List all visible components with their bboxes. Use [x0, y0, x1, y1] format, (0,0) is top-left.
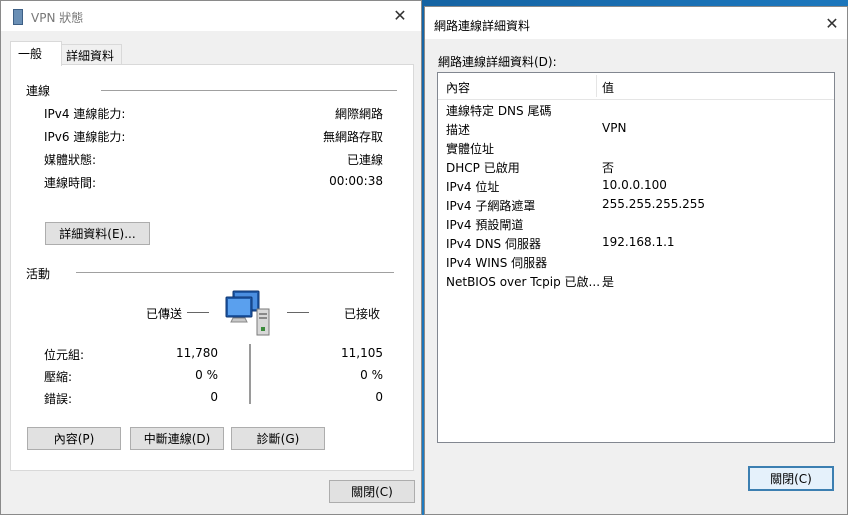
- list-item[interactable]: NetBIOS over Tcpip 已啟... 是: [438, 271, 834, 290]
- general-tab-panel: 連線 IPv4 連線能力: 網際網路 IPv6 連線能力: 無網路存取 媒體狀態…: [10, 64, 414, 471]
- diagnose-button[interactable]: 診斷(G): [231, 427, 325, 450]
- list-item-property: IPv4 WINS 伺服器: [446, 256, 548, 270]
- list-item-property: 實體位址: [446, 142, 495, 156]
- list-item-property: IPv4 DNS 伺服器: [446, 237, 541, 251]
- details-window-title: 網路連線詳細資料: [434, 19, 531, 33]
- list-item-value: 255.255.255.255: [602, 197, 706, 211]
- list-item-value: 是: [602, 275, 615, 289]
- activity-vertical-divider: [249, 344, 251, 404]
- details-listview[interactable]: 內容 值 連線特定 DNS 尾碼 描述 VPN 實體位址 DHCP 已啟用否 IPv4 位…: [437, 72, 835, 443]
- received-label: 已接收: [344, 307, 381, 321]
- properties-button[interactable]: 內容(P): [27, 427, 121, 450]
- list-item[interactable]: IPv4 子網路遮罩 255.255.255.255: [438, 195, 834, 214]
- duration-value: 00:00:38: [329, 174, 383, 188]
- list-item-property: 連線特定 DNS 尾碼: [446, 104, 552, 118]
- compression-label: 壓縮:: [44, 370, 73, 384]
- list-item-value: 否: [602, 161, 615, 175]
- disconnect-button[interactable]: 中斷連線(D): [130, 427, 224, 450]
- column-separator[interactable]: [596, 75, 597, 97]
- activity-header: 活動: [26, 267, 51, 281]
- list-item[interactable]: 實體位址: [438, 138, 834, 157]
- details-titlebar: 網路連線詳細資料 ✕: [425, 7, 847, 39]
- tab-details[interactable]: 詳細資料: [60, 44, 122, 65]
- connection-divider: [101, 90, 397, 91]
- list-item-value: VPN: [602, 121, 627, 135]
- window-title: VPN 狀態: [31, 11, 84, 25]
- listview-header: 內容 值: [438, 73, 834, 100]
- list-item[interactable]: 連線特定 DNS 尾碼: [438, 100, 834, 119]
- compression-received-value: 0 %: [360, 368, 383, 382]
- close-button[interactable]: 關閉(C): [329, 480, 415, 503]
- list-item[interactable]: IPv4 WINS 伺服器: [438, 252, 834, 271]
- list-item[interactable]: IPv4 DNS 伺服器 192.168.1.1: [438, 233, 834, 252]
- tab-general-label: 一般: [18, 47, 43, 61]
- media-state-label: 媒體狀態:: [44, 153, 97, 167]
- column-header-property[interactable]: 內容: [446, 79, 470, 96]
- list-item[interactable]: IPv4 預設閘道: [438, 214, 834, 233]
- details-close-icon[interactable]: ✕: [817, 12, 847, 36]
- list-item[interactable]: 描述 VPN: [438, 119, 834, 138]
- sent-label: 已傳送: [146, 307, 183, 321]
- connection-details-window: 網路連線詳細資料 ✕ 網路連線詳細資料(D): 內容 值 連線特定 DNS 尾碼…: [424, 6, 848, 515]
- close-icon[interactable]: ✕: [385, 4, 415, 28]
- list-item-value: 10.0.0.100: [602, 178, 667, 192]
- compression-sent-value: 0 %: [195, 368, 218, 382]
- list-item-property: IPv4 子網路遮罩: [446, 199, 536, 213]
- errors-sent-value: 0: [210, 390, 218, 404]
- connection-header: 連線: [26, 84, 51, 98]
- errors-label: 錯誤:: [44, 392, 73, 406]
- list-item-property: 描述: [446, 123, 471, 137]
- list-item[interactable]: IPv4 位址 10.0.0.100: [438, 176, 834, 195]
- activity-divider: [76, 272, 394, 273]
- list-item-value: 192.168.1.1: [602, 235, 675, 249]
- details-close-button[interactable]: 關閉(C): [748, 466, 834, 491]
- column-header-value[interactable]: 值: [602, 79, 614, 96]
- bytes-label: 位元組:: [44, 348, 85, 362]
- list-item-property: IPv4 位址: [446, 180, 500, 194]
- details-list-label: 網路連線詳細資料(D):: [438, 55, 557, 69]
- ipv6-connectivity-value: 無網路存取: [322, 130, 383, 144]
- errors-received-value: 0: [375, 390, 383, 404]
- media-state-value: 已連線: [346, 153, 383, 167]
- network-computers-icon: [223, 287, 279, 339]
- tab-details-label: 詳細資料: [66, 49, 115, 63]
- vpn-network-icon: [13, 9, 23, 25]
- ipv4-connectivity-label: IPv4 連線能力:: [44, 107, 126, 121]
- bytes-received-value: 11,105: [341, 346, 383, 360]
- vpn-status-titlebar: VPN 狀態 ✕: [1, 1, 421, 31]
- details-button[interactable]: 詳細資料(E)...: [45, 222, 150, 245]
- list-item-property: DHCP 已啟用: [446, 161, 520, 175]
- vpn-status-window: VPN 狀態 ✕ 一般 詳細資料 連線 IPv4 連線能力: 網際網路 IPv6…: [0, 0, 422, 515]
- sent-line: [187, 312, 209, 313]
- received-line: [287, 312, 309, 313]
- ipv4-connectivity-value: 網際網路: [334, 107, 383, 121]
- list-item[interactable]: DHCP 已啟用 否: [438, 157, 834, 176]
- list-item-property: NetBIOS over Tcpip 已啟...: [446, 275, 601, 289]
- bytes-sent-value: 11,780: [176, 346, 218, 360]
- ipv6-connectivity-label: IPv6 連線能力:: [44, 130, 126, 144]
- duration-label: 連線時間:: [44, 176, 97, 190]
- list-item-property: IPv4 預設閘道: [446, 218, 524, 232]
- tab-general[interactable]: 一般: [10, 41, 62, 66]
